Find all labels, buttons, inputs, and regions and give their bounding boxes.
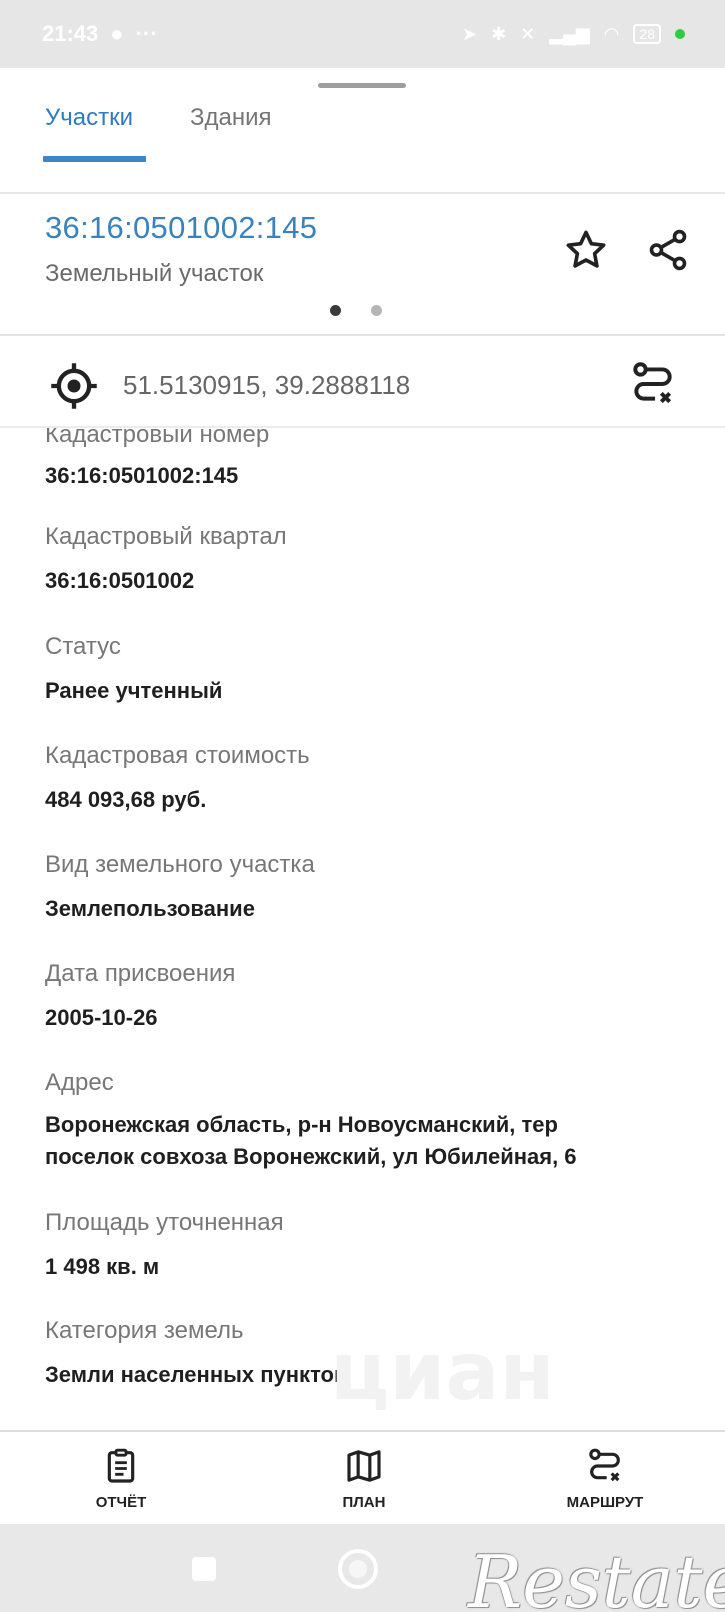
share-icon [649,229,687,271]
field-label: Вид земельного участка [45,851,315,878]
details-list: Кадастровый номер 36:16:0501002:145 Када… [0,428,725,1430]
field-value: 1 498 кв. м [45,1254,160,1279]
map-icon [347,1450,381,1482]
divider [0,192,725,194]
pager-dot[interactable] [371,305,382,316]
field-label: Кадастровый квартал [45,523,287,550]
plan-label: ПЛАН [342,1494,386,1511]
favorite-button[interactable] [560,224,612,276]
coordinates-text[interactable]: 51.5130915, 39.2888118 [123,370,410,401]
target-icon[interactable] [48,360,100,412]
field-area: Площадь уточненная 1 498 кв. м [45,1208,695,1283]
tab-parcels[interactable]: Участки [45,104,133,132]
field-cadastral-number: Кадастровый номер 36:16:0501002:145 [45,428,695,492]
field-cadastral-value: Кадастровая стоимость 484 093,68 руб. [45,741,695,816]
field-cadastral-quarter: Кадастровый квартал 36:16:0501002 [45,522,695,597]
field-value: 36:16:0501002:145 [45,463,239,488]
tab-buildings[interactable]: Здания [190,104,272,132]
home-button[interactable] [338,1549,378,1589]
share-button[interactable] [642,224,694,276]
report-icon [107,1448,135,1483]
field-value: 484 093,68 руб. [45,787,207,812]
parcel-title: 36:16:0501002:145 [45,210,318,245]
pager-dots [330,305,382,316]
recent-apps-button[interactable] [192,1557,216,1581]
field-label: Кадастровый номер [45,428,270,448]
field-value: 36:16:0501002 [45,568,195,593]
restate-logo: Restate [468,1540,725,1612]
plan-button[interactable]: ПЛАН [324,1432,404,1524]
field-land-type: Вид земельного участка Землепользование [45,850,695,925]
field-value: 2005-10-26 [45,1005,158,1030]
field-address: Адрес Воронежская область, р-н Новоусман… [45,1068,695,1173]
field-label: Дата присвоения [45,960,236,987]
field-land-category: Категория земель Земли населенных пункто… [45,1316,695,1391]
star-icon [566,230,606,268]
parcel-subtitle: Земельный участок [45,260,264,287]
field-label: Категория земель [45,1317,244,1344]
field-status: Статус Ранее учтенный [45,632,695,707]
address-line-1: Воронежская область, р-н Новоусманский, … [45,1112,558,1137]
field-value: Земли населенных пунктов [45,1362,348,1387]
field-label: Адрес [45,1069,114,1096]
tab-indicator [43,156,146,162]
field-value: Ранее учтенный [45,678,223,703]
bottom-nav: ОТЧЁТ ПЛАН МАРШРУТ [0,1432,725,1524]
report-button[interactable]: ОТЧЁТ [80,1432,162,1524]
report-label: ОТЧЁТ [95,1494,147,1511]
tab-bar: Участки Здания [0,30,725,194]
route-label: МАРШРУТ [566,1494,644,1511]
field-label: Кадастровая стоимость [45,742,310,769]
address-line-2: поселок совхоза Воронежский, ул Юбилейна… [45,1144,577,1169]
field-value: Воронежская область, р-н Новоусманский, … [45,1109,695,1173]
pager-dot-active[interactable] [330,305,341,316]
field-assignment-date: Дата присвоения 2005-10-26 [45,959,695,1034]
route-icon [589,1448,620,1482]
route-icon[interactable] [628,358,678,410]
field-label: Статус [45,633,121,660]
field-value: Землепользование [45,896,255,921]
route-button[interactable]: МАРШРУТ [550,1432,660,1524]
coordinates-row: 51.5130915, 39.2888118 [0,336,725,426]
field-label: Площадь уточненная [45,1209,284,1236]
